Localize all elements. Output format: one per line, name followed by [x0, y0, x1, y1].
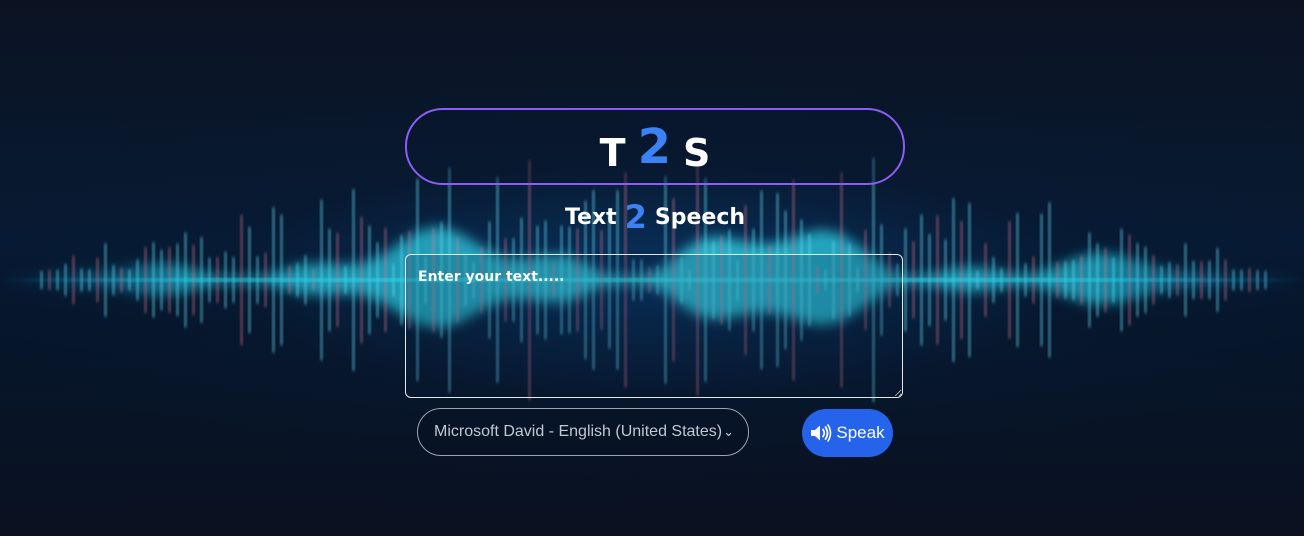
- title-number-2: 2: [637, 118, 671, 175]
- speaker-icon: [811, 424, 832, 442]
- title-letter-t: T: [599, 130, 626, 175]
- subtitle-number-2: 2: [624, 198, 647, 236]
- speak-button-label: Speak: [836, 423, 885, 442]
- title-letter-s: S: [682, 130, 711, 175]
- subtitle-word-text: Text: [564, 204, 617, 230]
- text-input[interactable]: [405, 254, 903, 398]
- voice-select-value: Microsoft David - English (United States…: [434, 423, 723, 440]
- subtitle-word-speech: Speech: [654, 204, 746, 230]
- voice-select[interactable]: Microsoft David - English (United States…: [417, 408, 749, 456]
- speak-button[interactable]: Speak: [802, 409, 893, 457]
- subtitle: Text 2 Speech: [557, 197, 753, 237]
- chevron-down-icon: ⌄: [723, 424, 734, 439]
- logo-title: T 2 S: [405, 108, 905, 185]
